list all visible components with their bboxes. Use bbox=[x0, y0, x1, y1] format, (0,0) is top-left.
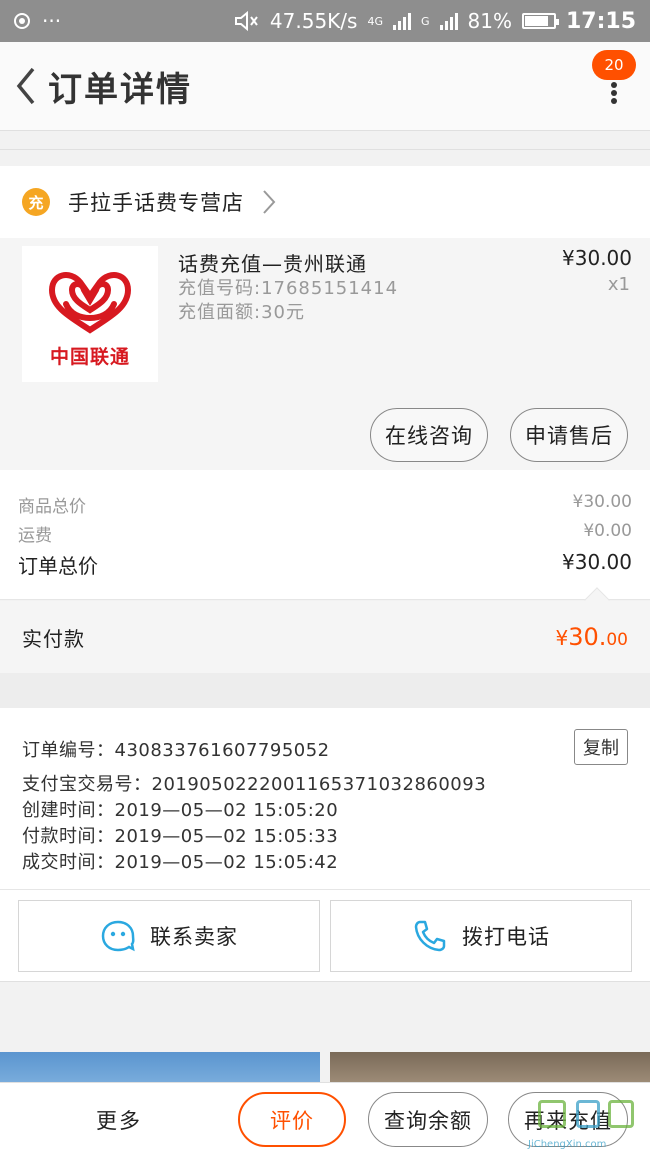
recharge-amount: 充值面额:30元 bbox=[178, 302, 305, 323]
watermark-text: JiChengXin.com bbox=[528, 1139, 607, 1150]
order-total-label: 订单总价 bbox=[18, 554, 98, 578]
apply-aftersale-button[interactable]: 申请售后 bbox=[510, 408, 628, 462]
battery-percent: 81% bbox=[467, 9, 512, 33]
china-unicom-text: 中国联通 bbox=[49, 345, 130, 368]
phone-icon bbox=[414, 920, 446, 952]
product-price: ¥30.00 bbox=[562, 246, 632, 270]
paid-amount-main: 30. bbox=[568, 623, 607, 651]
network-g-label: G bbox=[420, 14, 430, 28]
signal-1-icon bbox=[392, 12, 411, 30]
section-divider bbox=[0, 673, 650, 708]
order-total-row: 订单总价 ¥30.00 bbox=[18, 550, 632, 579]
online-consult-button[interactable]: 在线咨询 bbox=[370, 408, 488, 462]
shipping-row: 运费 ¥0.00 bbox=[18, 521, 632, 546]
signal-2-icon bbox=[439, 12, 458, 30]
goods-total-value: ¥30.00 bbox=[572, 492, 632, 512]
section-divider bbox=[0, 130, 650, 150]
actual-paid-row: 实付款 ¥ 30. 00 bbox=[0, 601, 650, 673]
page-title: 订单详情 bbox=[48, 69, 192, 110]
completed-time: 成交时间：2019—05—02 15:05:42 bbox=[22, 852, 339, 873]
price-summary: 商品总价 ¥30.00 运费 ¥0.00 订单总价 ¥30.00 bbox=[0, 470, 650, 600]
contact-seller-button[interactable]: 联系卖家 bbox=[18, 900, 320, 972]
goods-total-row: 商品总价 ¥30.00 bbox=[18, 492, 632, 517]
paid-time: 付款时间：2019—05—02 15:05:33 bbox=[22, 826, 339, 847]
status-dots: ··· bbox=[42, 9, 62, 33]
order-total-value: ¥30.00 bbox=[562, 550, 632, 574]
shipping-value: ¥0.00 bbox=[583, 521, 632, 541]
alipay-trade-number: 支付宝交易号：2019050222001165371032860093 bbox=[22, 774, 487, 795]
message-badge: 20 bbox=[592, 50, 636, 80]
recharge-phone: 充值号码:17685151414 bbox=[178, 278, 399, 299]
more-menu-icon[interactable] bbox=[610, 82, 618, 104]
call-phone-label: 拨打电话 bbox=[462, 925, 550, 949]
battery-icon bbox=[521, 13, 559, 29]
shop-row[interactable]: 充 手拉手话费专营店 bbox=[0, 166, 650, 238]
actual-paid-label: 实付款 bbox=[22, 626, 85, 651]
review-button[interactable]: 评价 bbox=[238, 1092, 346, 1147]
shop-logo-icon: 充 bbox=[22, 188, 50, 216]
product-quantity: x1 bbox=[607, 274, 630, 295]
more-button[interactable]: 更多 bbox=[96, 1105, 142, 1135]
header: 订单详情 20 bbox=[0, 42, 650, 130]
product-item[interactable]: 中国联通 话费充值—贵州联通 充值号码:17685151414 充值面额:30元… bbox=[0, 238, 650, 470]
record-icon bbox=[14, 13, 30, 29]
watermark-logo: JiChengXin.com bbox=[524, 1100, 644, 1152]
order-info: 订单编号：430833761607795052 复制 支付宝交易号：201905… bbox=[0, 708, 650, 890]
shop-name: 手拉手话费专营店 bbox=[68, 191, 244, 215]
chevron-right-icon bbox=[263, 190, 276, 214]
back-icon[interactable] bbox=[6, 61, 46, 111]
paid-yen-symbol: ¥ bbox=[555, 626, 569, 650]
section-divider bbox=[0, 982, 650, 1052]
product-thumbnail[interactable]: 中国联通 bbox=[22, 246, 158, 382]
china-unicom-logo bbox=[48, 271, 132, 334]
call-phone-button[interactable]: 拨打电话 bbox=[330, 900, 632, 972]
check-balance-button[interactable]: 查询余额 bbox=[368, 1092, 488, 1147]
actual-paid-amount: ¥ 30. 00 bbox=[555, 623, 628, 651]
network-4g-label: 4G bbox=[367, 14, 383, 28]
chat-icon bbox=[101, 920, 135, 952]
goods-total-label: 商品总价 bbox=[18, 497, 86, 517]
paid-amount-decimal: 00 bbox=[606, 630, 628, 650]
network-speed: 47.55K/s bbox=[269, 9, 358, 33]
order-number: 订单编号：430833761607795052 bbox=[22, 740, 330, 761]
shipping-label: 运费 bbox=[18, 526, 52, 546]
mute-icon bbox=[234, 10, 258, 32]
product-title: 话费充值—贵州联通 bbox=[178, 252, 367, 276]
copy-button[interactable]: 复制 bbox=[574, 729, 628, 765]
status-bar: ··· 47.55K/s 4G G 81% 17:15 bbox=[0, 0, 650, 42]
clock: 17:15 bbox=[565, 8, 636, 34]
created-time: 创建时间：2019—05—02 15:05:20 bbox=[22, 800, 339, 821]
contact-seller-label: 联系卖家 bbox=[150, 925, 238, 949]
contact-area: 联系卖家 拨打电话 bbox=[0, 890, 650, 982]
